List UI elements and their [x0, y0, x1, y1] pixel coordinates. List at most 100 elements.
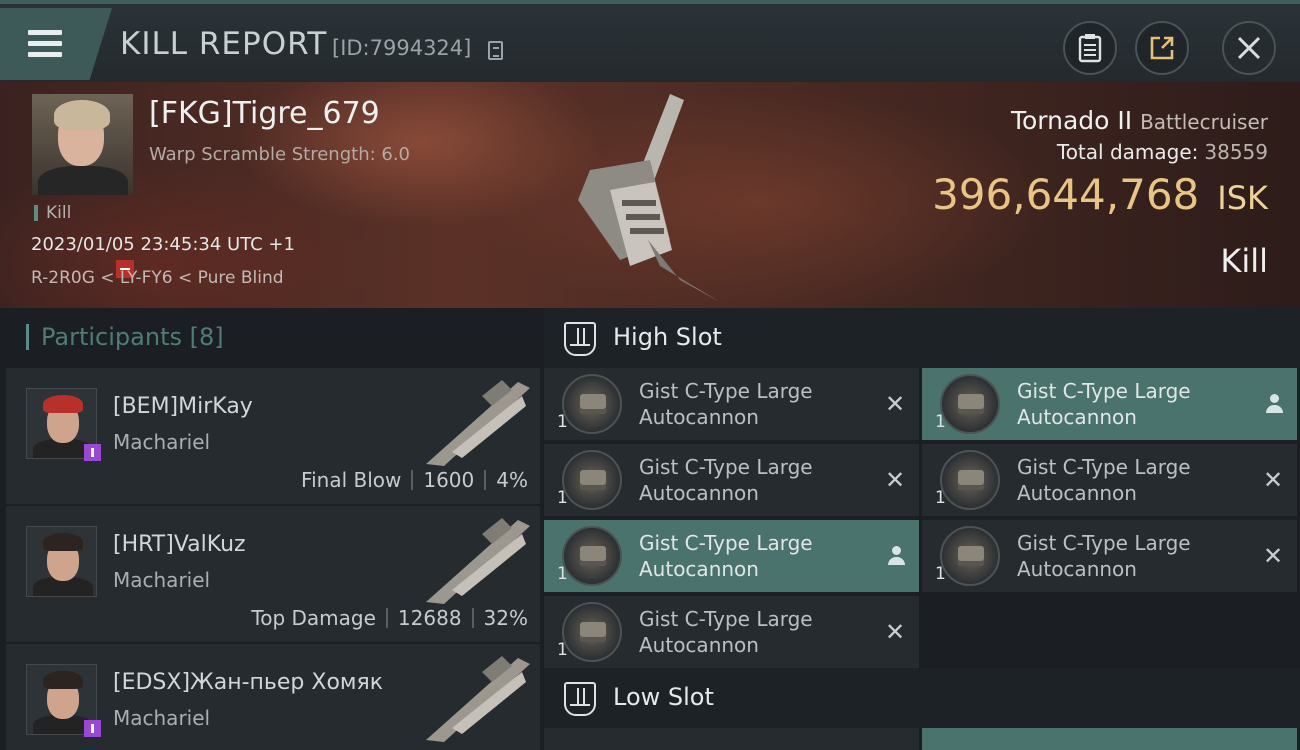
- victim-banner: [FKG]Tigre_679 Warp Scramble Strength: 6…: [0, 82, 1300, 308]
- module-item[interactable]: 1 Gist C-Type Large Autocannon: [922, 368, 1297, 440]
- ship-name-text: Tornado II: [1010, 106, 1133, 135]
- fitting-panel: High Slot 1 Gist C-Type Large Autocannon …: [544, 308, 1300, 750]
- module-name: Gist C-Type Large Autocannon: [639, 455, 813, 505]
- low-slot-header: Low Slot: [544, 668, 1300, 728]
- role-badge-icon: [84, 720, 101, 737]
- destroyed-x-icon: ✕: [1263, 542, 1284, 570]
- participant-ship-image: [426, 518, 530, 604]
- warp-scramble-strength: Warp Scramble Strength: 6.0: [149, 144, 411, 165]
- victim-ship-name[interactable]: Tornado II Battlecruiser: [1011, 106, 1268, 135]
- dropped-person-icon: [887, 546, 905, 566]
- module-name: Gist C-Type Large Autocannon: [639, 607, 813, 657]
- module-name: Gist C-Type Large Autocannon: [1017, 379, 1191, 429]
- module-item[interactable]: 1 Gist C-Type Large Autocannon ✕: [922, 444, 1297, 516]
- module-quantity: 1: [935, 488, 946, 508]
- close-button[interactable]: [1222, 21, 1276, 75]
- copy-icon[interactable]: [488, 41, 503, 60]
- module-name: Gist C-Type Large Autocannon: [1017, 531, 1191, 581]
- module-name: Gist C-Type Large Autocannon: [639, 531, 813, 581]
- kill-location[interactable]: R-2R0G < LY-FY6 < Pure Blind: [31, 268, 284, 288]
- module-quantity: 1: [935, 412, 946, 432]
- isk-value: 396,644,768 ISK: [932, 170, 1268, 219]
- module-quantity: 1: [557, 564, 568, 584]
- participant-row[interactable]: [HRT]ValKuz Machariel Top Damage 12688 32%: [6, 506, 540, 642]
- module-quantity: 1: [557, 640, 568, 660]
- destroyed-x-icon: ✕: [885, 466, 906, 494]
- total-damage-value: 38559: [1204, 140, 1268, 164]
- menu-icon: [28, 30, 62, 58]
- module-item[interactable]: 1 Gist C-Type Large Autocannon ✕: [544, 368, 919, 440]
- damage-value: 1600: [423, 468, 475, 492]
- menu-button[interactable]: [0, 8, 112, 80]
- kill-result: Kill: [1220, 242, 1268, 280]
- module-item[interactable]: 1 Gist C-Type Large Autocannon ✕: [544, 444, 919, 516]
- low-slot-title: Low Slot: [613, 683, 714, 711]
- damage-percent: 4%: [496, 468, 528, 492]
- participant-name: [BEM]MirKay: [113, 394, 253, 419]
- participant-ship: Machariel: [113, 430, 211, 454]
- dropped-person-icon: [1265, 394, 1283, 414]
- autocannon-icon: [562, 450, 622, 510]
- close-icon: [1237, 36, 1261, 60]
- participant-ship-image: [426, 656, 530, 742]
- damage-percent: 32%: [483, 606, 528, 630]
- high-slot-icon: [564, 322, 596, 356]
- module-item[interactable]: 1 Gist C-Type Large Autocannon: [544, 520, 919, 592]
- victim-name[interactable]: [FKG]Tigre_679: [149, 96, 380, 131]
- destroyed-x-icon: ✕: [885, 618, 906, 646]
- participant-ship: Machariel: [113, 568, 211, 592]
- report-id: [ID:7994324]: [332, 36, 472, 60]
- kill-datetime: 2023/01/05 23:45:34 UTC +1: [31, 234, 295, 255]
- role-badge-icon: [84, 444, 101, 461]
- share-button[interactable]: [1135, 21, 1189, 75]
- victim-portrait[interactable]: [32, 94, 133, 195]
- isk-unit: ISK: [1217, 179, 1268, 217]
- ship-class: Battlecruiser: [1140, 110, 1268, 134]
- participant-ship: Machariel: [113, 706, 211, 730]
- isk-amount: 396,644,768: [932, 170, 1200, 219]
- clipboard-button[interactable]: [1063, 21, 1117, 75]
- module-quantity: 1: [557, 488, 568, 508]
- share-icon: [1150, 36, 1174, 60]
- page-title: KILL REPORT: [120, 26, 328, 62]
- participant-name: [EDSX]Жан-пьер Хомяк: [113, 670, 384, 695]
- participant-row[interactable]: [BEM]MirKay Machariel Final Blow 1600 4%: [6, 368, 540, 504]
- module-name: Gist C-Type Large Autocannon: [1017, 455, 1191, 505]
- module-name: Gist C-Type Large Autocannon: [639, 379, 813, 429]
- victim-ship-image[interactable]: [560, 90, 750, 302]
- module-quantity: 1: [935, 564, 946, 584]
- high-slot-header: High Slot: [544, 308, 1300, 368]
- participant-row[interactable]: [EDSX]Жан-пьер Хомяк Machariel: [6, 644, 540, 750]
- total-damage: Total damage: 38559: [1057, 140, 1268, 164]
- autocannon-icon: [562, 602, 622, 662]
- participant-ship-image: [426, 380, 530, 466]
- low-slot-icon: [564, 682, 596, 716]
- top-damage-label: Top Damage: [251, 606, 376, 630]
- final-blow-label: Final Blow: [301, 468, 402, 492]
- module-item[interactable]: 1 Gist C-Type Large Autocannon ✕: [544, 596, 919, 668]
- participants-label: Participants: [41, 323, 182, 351]
- header-bar: KILL REPORT [ID:7994324]: [0, 0, 1300, 82]
- kill-tag: Kill: [34, 205, 71, 222]
- total-damage-label: Total damage:: [1056, 140, 1199, 164]
- participant-name: [HRT]ValKuz: [113, 532, 246, 557]
- autocannon-icon: [940, 450, 1000, 510]
- clipboard-icon: [1078, 34, 1102, 63]
- damage-value: 12688: [397, 606, 462, 630]
- participant-portrait: [26, 526, 97, 597]
- participants-header: Participants [8]: [26, 324, 224, 350]
- module-item[interactable]: [544, 728, 919, 750]
- module-item[interactable]: 1 Gist C-Type Large Autocannon ✕: [922, 520, 1297, 592]
- destroyed-x-icon: ✕: [885, 390, 906, 418]
- module-item[interactable]: [922, 728, 1297, 750]
- participants-panel: Participants [8] [BEM]MirKay Machariel F…: [6, 308, 540, 750]
- participant-stats: Final Blow 1600 4%: [301, 468, 528, 492]
- autocannon-icon: [562, 374, 622, 434]
- participants-count: [8]: [189, 323, 224, 351]
- destroyed-x-icon: ✕: [1263, 466, 1284, 494]
- autocannon-icon: [562, 526, 622, 586]
- module-quantity: 1: [557, 412, 568, 432]
- participant-stats: Top Damage 12688 32%: [251, 606, 528, 630]
- autocannon-icon: [940, 526, 1000, 586]
- high-slot-title: High Slot: [613, 323, 722, 351]
